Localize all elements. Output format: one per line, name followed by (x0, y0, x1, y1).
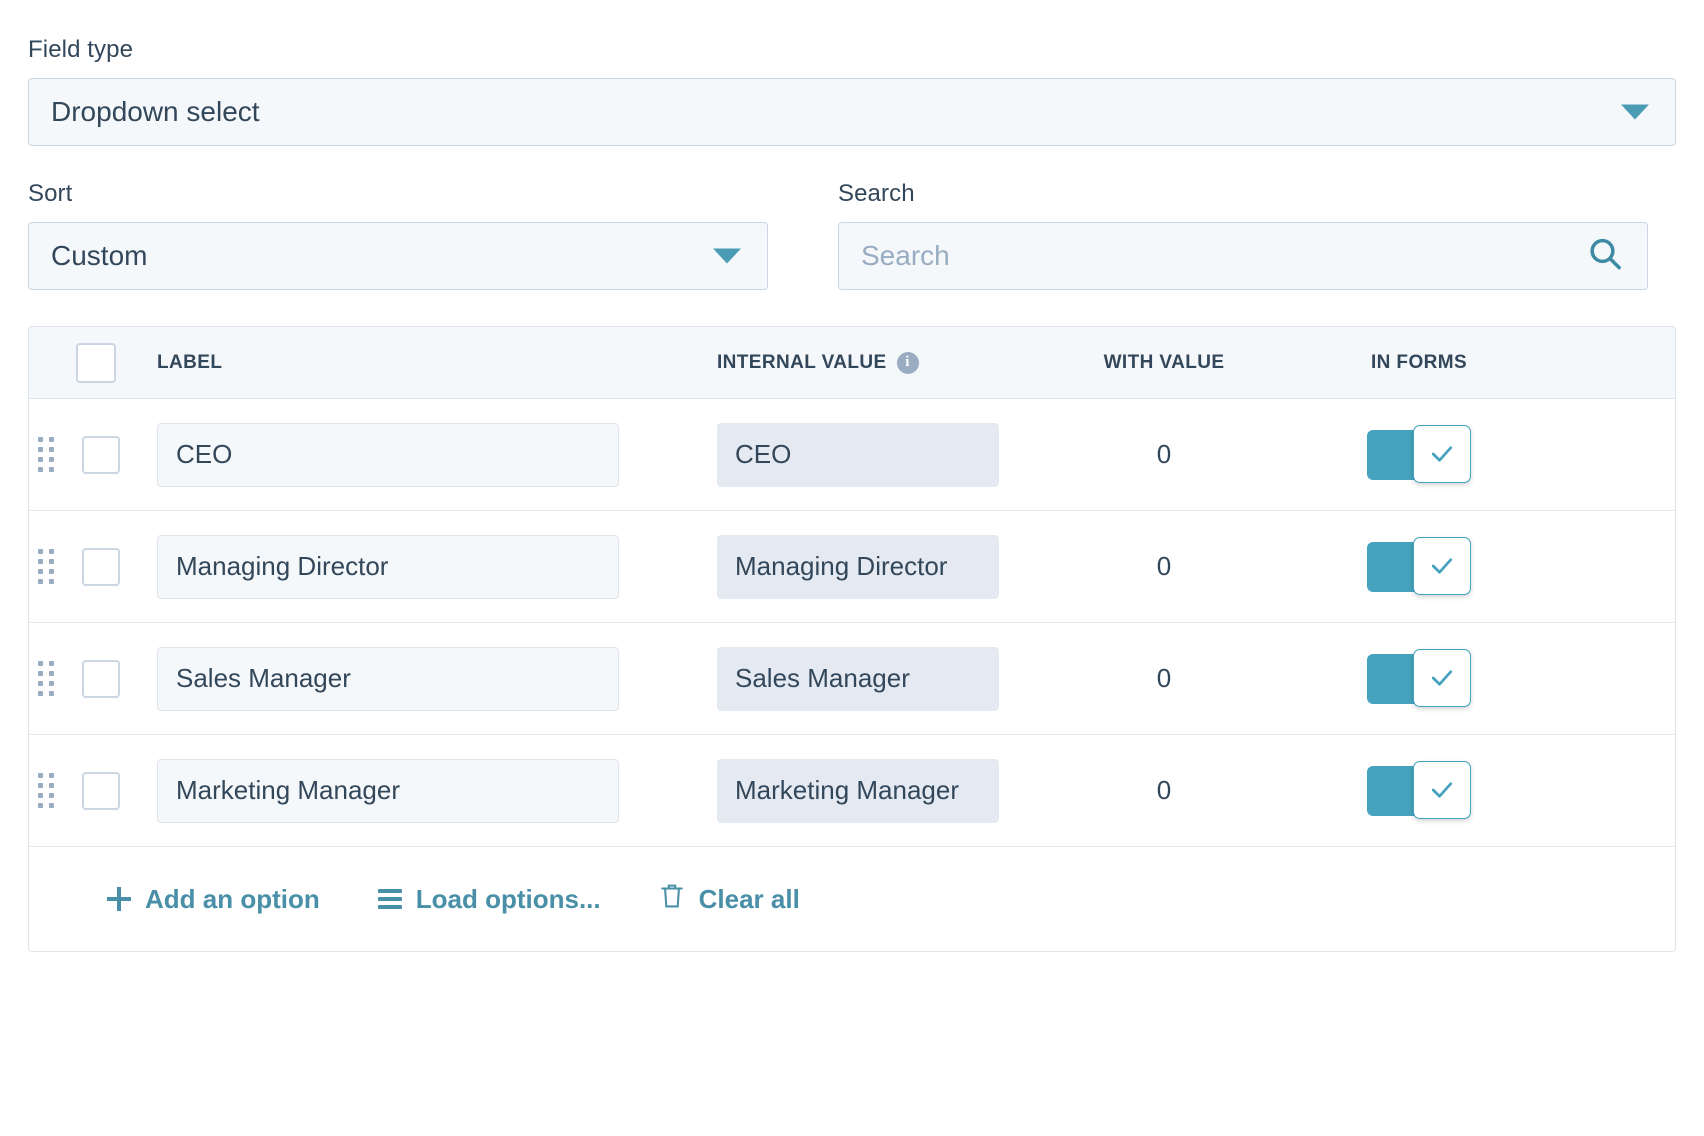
internal-value-input[interactable]: Managing Director (717, 534, 999, 599)
in-forms-toggle[interactable] (1367, 760, 1471, 819)
add-an-option-label: Add an option (145, 883, 320, 914)
sort-group: Sort Custom (28, 180, 768, 290)
label-input[interactable]: Managing Director (157, 534, 619, 599)
plus-icon (107, 887, 131, 911)
column-header-internal-value: INTERNAL VALUE i (699, 351, 1039, 374)
check-icon (1431, 781, 1453, 798)
internal-value-cell: CEO (699, 422, 1039, 487)
row-checkbox[interactable] (82, 435, 120, 474)
search-icon[interactable] (1585, 234, 1625, 279)
list-lines-icon (377, 889, 402, 909)
internal-value-cell: Managing Director (699, 534, 1039, 599)
in-forms-cell (1289, 424, 1549, 483)
clear-all-label: Clear all (698, 883, 800, 914)
internal-value-cell: Sales Manager (699, 646, 1039, 711)
load-options-button[interactable]: Load options... (377, 883, 601, 915)
table-header-row: LABEL INTERNAL VALUE i WITH VALUE IN FOR… (29, 327, 1675, 399)
check-icon (1431, 445, 1453, 462)
info-icon[interactable]: i (896, 351, 919, 374)
column-header-in-forms: IN FORMS (1370, 351, 1468, 373)
field-type-value: Dropdown select (51, 96, 260, 127)
toggle-knob (1413, 648, 1471, 707)
in-forms-cell (1289, 760, 1549, 819)
table-row: CEO CEO 0 (29, 399, 1675, 511)
label-input[interactable]: CEO (157, 422, 619, 487)
sort-search-row: Sort Custom Search Search (28, 180, 1676, 290)
table-body: CEO CEO 0 Managing Director Managing Directo… (29, 399, 1675, 847)
in-forms-toggle[interactable] (1367, 536, 1471, 595)
search-input[interactable]: Search (839, 240, 950, 272)
chevron-down-icon[interactable] (1621, 104, 1649, 120)
field-type-group: Field type Dropdown select (28, 36, 1676, 146)
column-header-with-value: WITH VALUE (1103, 351, 1225, 373)
row-checkbox[interactable] (82, 771, 120, 810)
label-input[interactable]: Marketing Manager (157, 758, 619, 823)
drag-handle[interactable] (29, 549, 63, 584)
row-checkbox[interactable] (82, 547, 120, 586)
with-value-count: 0 (1156, 775, 1172, 805)
row-select-cell[interactable] (63, 547, 139, 586)
label-input[interactable]: Sales Manager (157, 646, 619, 711)
table-footer-actions: Add an option Load options... Clear all (29, 847, 1675, 951)
toggle-knob (1413, 760, 1471, 819)
in-forms-cell (1289, 648, 1549, 707)
in-forms-cell (1289, 536, 1549, 595)
drag-handle[interactable] (29, 437, 63, 472)
clear-all-button[interactable]: Clear all (659, 882, 800, 917)
column-header-internal-value-text: INTERNAL VALUE (717, 351, 887, 373)
load-options-label: Load options... (415, 883, 601, 914)
select-all-checkbox[interactable] (76, 342, 116, 383)
label-cell: Marketing Manager (139, 758, 699, 823)
internal-value-input[interactable]: CEO (717, 422, 999, 487)
table-row: Sales Manager Sales Manager 0 (29, 623, 1675, 735)
with-value-cell: 0 (1039, 663, 1289, 694)
internal-value-input[interactable]: Sales Manager (717, 646, 999, 711)
select-all-cell[interactable] (53, 342, 139, 383)
search-group: Search Search (838, 180, 1648, 290)
with-value-count: 0 (1156, 439, 1172, 469)
sort-select[interactable]: Custom (28, 222, 768, 290)
sort-value: Custom (51, 240, 148, 271)
drag-handle[interactable] (29, 661, 63, 696)
row-select-cell[interactable] (63, 659, 139, 698)
in-forms-toggle[interactable] (1367, 424, 1471, 483)
with-value-count: 0 (1156, 663, 1172, 693)
check-icon (1431, 557, 1453, 574)
field-type-label: Field type (28, 36, 134, 63)
with-value-cell: 0 (1039, 551, 1289, 582)
field-type-select[interactable]: Dropdown select (28, 78, 1676, 146)
add-an-option-button[interactable]: Add an option (107, 884, 320, 915)
check-icon (1431, 669, 1453, 686)
drag-handle[interactable] (29, 773, 63, 808)
search-label: Search (838, 180, 915, 207)
internal-value-input[interactable]: Marketing Manager (717, 758, 999, 823)
with-value-cell: 0 (1039, 775, 1289, 806)
column-header-label: LABEL (157, 351, 223, 373)
sort-label: Sort (28, 180, 73, 207)
with-value-count: 0 (1156, 551, 1172, 581)
label-cell: Sales Manager (139, 646, 699, 711)
toggle-knob (1413, 424, 1471, 483)
in-forms-toggle[interactable] (1367, 648, 1471, 707)
with-value-cell: 0 (1039, 439, 1289, 470)
dropdown-field-editor: Field type Dropdown select Sort Custom S… (0, 0, 1704, 952)
trash-icon (659, 882, 685, 917)
options-table: LABEL INTERNAL VALUE i WITH VALUE IN FOR… (28, 326, 1676, 952)
toggle-knob (1413, 536, 1471, 595)
table-row: Marketing Manager Marketing Manager 0 (29, 735, 1675, 847)
label-cell: CEO (139, 422, 699, 487)
label-cell: Managing Director (139, 534, 699, 599)
row-select-cell[interactable] (63, 771, 139, 810)
row-checkbox[interactable] (82, 659, 120, 698)
row-select-cell[interactable] (63, 435, 139, 474)
internal-value-cell: Marketing Manager (699, 758, 1039, 823)
table-row: Managing Director Managing Director 0 (29, 511, 1675, 623)
search-field[interactable]: Search (838, 222, 1648, 290)
chevron-down-icon[interactable] (713, 248, 741, 264)
